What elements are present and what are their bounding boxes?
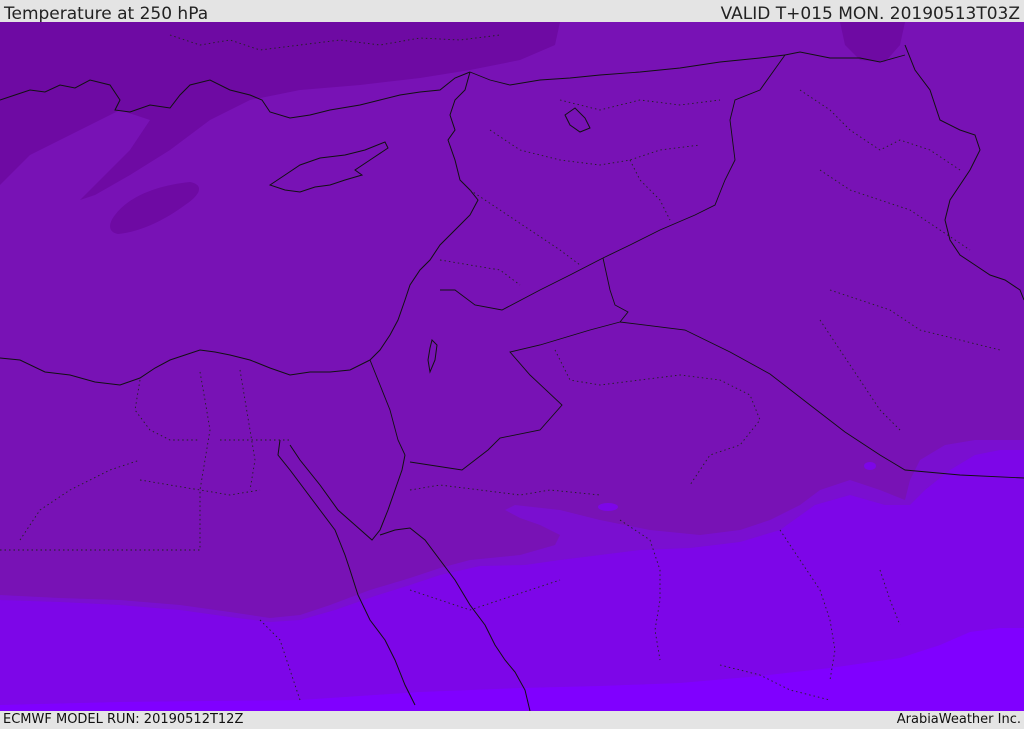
credit-label: ArabiaWeather Inc.: [896, 712, 1021, 727]
temperature-blob: [598, 503, 618, 511]
map-canvas: [0, 22, 1024, 711]
map-figure: Temperature at 250 hPa VALID T+015 MON. …: [0, 0, 1024, 729]
model-run-label: ECMWF MODEL RUN: 20190512T12Z: [3, 712, 244, 727]
map-svg: [0, 22, 1024, 711]
footer-bar: ECMWF MODEL RUN: 20190512T12Z ArabiaWeat…: [0, 711, 1024, 729]
temperature-blob: [864, 462, 876, 470]
header-bar: Temperature at 250 hPa VALID T+015 MON. …: [0, 0, 1024, 24]
